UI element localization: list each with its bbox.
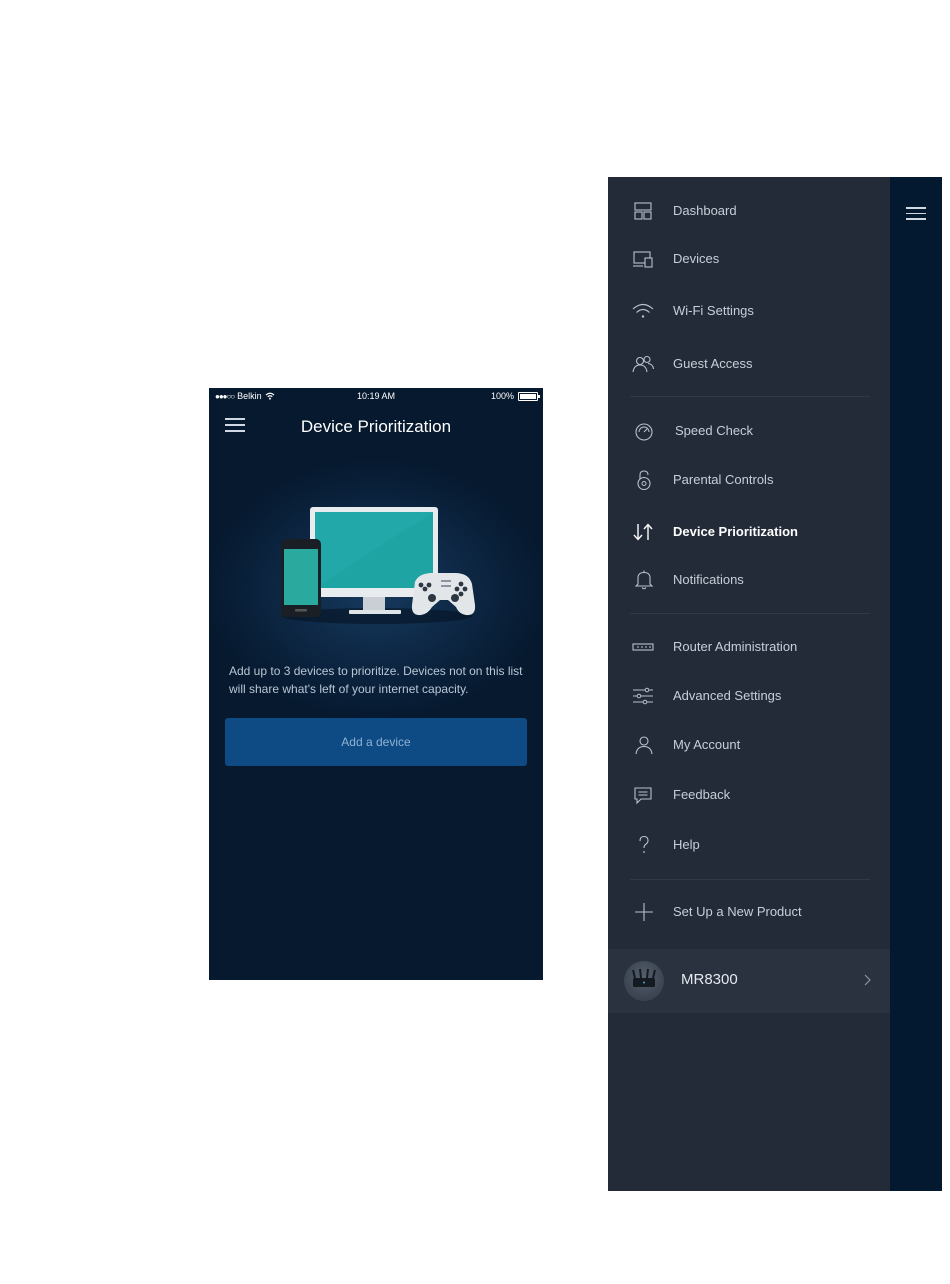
speedometer-icon bbox=[635, 423, 653, 441]
menu-item-help[interactable]: Help bbox=[608, 825, 890, 865]
priority-arrows-icon bbox=[633, 523, 653, 541]
menu-item-label: Speed Check bbox=[675, 423, 754, 438]
menu-item-speed-check[interactable]: Speed Check bbox=[608, 411, 890, 451]
menu-item-label: Router Administration bbox=[673, 639, 798, 654]
menu-item-wifi-settings[interactable]: Wi-Fi Settings bbox=[608, 291, 890, 331]
battery-percent: 100% bbox=[490, 391, 514, 401]
menu-item-label: Device Prioritization bbox=[673, 524, 798, 539]
battery-status: 100% bbox=[490, 391, 540, 401]
battery-icon bbox=[518, 391, 540, 401]
menu-item-label: Set Up a New Product bbox=[673, 904, 802, 919]
menu-item-dashboard[interactable]: Dashboard bbox=[608, 191, 890, 231]
router-name: MR8300 bbox=[681, 971, 738, 988]
menu-item-advanced-settings[interactable]: Advanced Settings bbox=[608, 676, 890, 716]
router-device-row[interactable]: MR8300 bbox=[608, 949, 890, 1013]
dashboard-icon bbox=[634, 202, 652, 220]
prioritization-description: Add up to 3 devices to prioritize. Devic… bbox=[229, 664, 523, 696]
menu-item-label: My Account bbox=[673, 737, 741, 752]
page-title: Device Prioritization bbox=[300, 417, 452, 436]
menu-item-feedback[interactable]: Feedback bbox=[608, 775, 890, 815]
menu-item-notifications[interactable]: Notifications bbox=[608, 560, 890, 600]
guest-icon bbox=[632, 355, 654, 373]
devices-icon bbox=[633, 251, 653, 268]
hamburger-menu-icon[interactable] bbox=[906, 207, 926, 221]
menu-item-label: Devices bbox=[673, 251, 720, 266]
sliders-icon bbox=[633, 687, 653, 705]
menu-item-router-administration[interactable]: Router Administration bbox=[608, 627, 890, 667]
menu-divider bbox=[630, 396, 870, 397]
drawer-rail bbox=[890, 177, 942, 1191]
menu-divider bbox=[630, 613, 870, 614]
menu-item-label: Help bbox=[673, 837, 700, 852]
lock-icon bbox=[637, 470, 651, 490]
help-icon bbox=[639, 835, 649, 853]
menu-item-label: Guest Access bbox=[673, 356, 753, 371]
navigation-drawer: Dashboard Devices Wi-Fi Settings Guest A… bbox=[608, 177, 942, 1191]
menu-item-guest-access[interactable]: Guest Access bbox=[608, 344, 890, 384]
status-bar: ●●●○○ Belkin 10:19 AM 100% bbox=[209, 391, 543, 405]
menu-item-device-prioritization[interactable]: Device Prioritization bbox=[608, 512, 890, 552]
menu-item-set-up-new-product[interactable]: Set Up a New Product bbox=[608, 892, 890, 932]
chevron-right-icon bbox=[864, 974, 871, 986]
devices-illustration bbox=[281, 507, 476, 624]
router-avatar bbox=[624, 961, 664, 1001]
wifi-icon bbox=[632, 303, 654, 318]
chat-icon bbox=[634, 787, 652, 805]
menu-item-label: Parental Controls bbox=[673, 472, 774, 487]
menu-item-parental-controls[interactable]: Parental Controls bbox=[608, 460, 890, 500]
bell-icon bbox=[634, 570, 654, 590]
menu-divider bbox=[630, 879, 870, 880]
router-icon bbox=[632, 643, 654, 651]
menu-item-label: Notifications bbox=[673, 572, 744, 587]
menu-item-devices[interactable]: Devices bbox=[608, 239, 890, 279]
add-device-button[interactable]: Add a device bbox=[225, 718, 527, 766]
menu-item-label: Dashboard bbox=[673, 203, 737, 218]
device-prioritization-screen: ●●●○○ Belkin 10:19 AM 100% Device Priori… bbox=[209, 388, 543, 980]
menu-item-label: Wi-Fi Settings bbox=[673, 303, 754, 318]
menu-item-my-account[interactable]: My Account bbox=[608, 725, 890, 765]
menu-item-label: Feedback bbox=[673, 787, 731, 802]
router-thumbnail-icon bbox=[632, 968, 656, 987]
menu-item-label: Advanced Settings bbox=[673, 688, 782, 703]
plus-icon bbox=[635, 903, 653, 921]
user-icon bbox=[635, 736, 653, 755]
